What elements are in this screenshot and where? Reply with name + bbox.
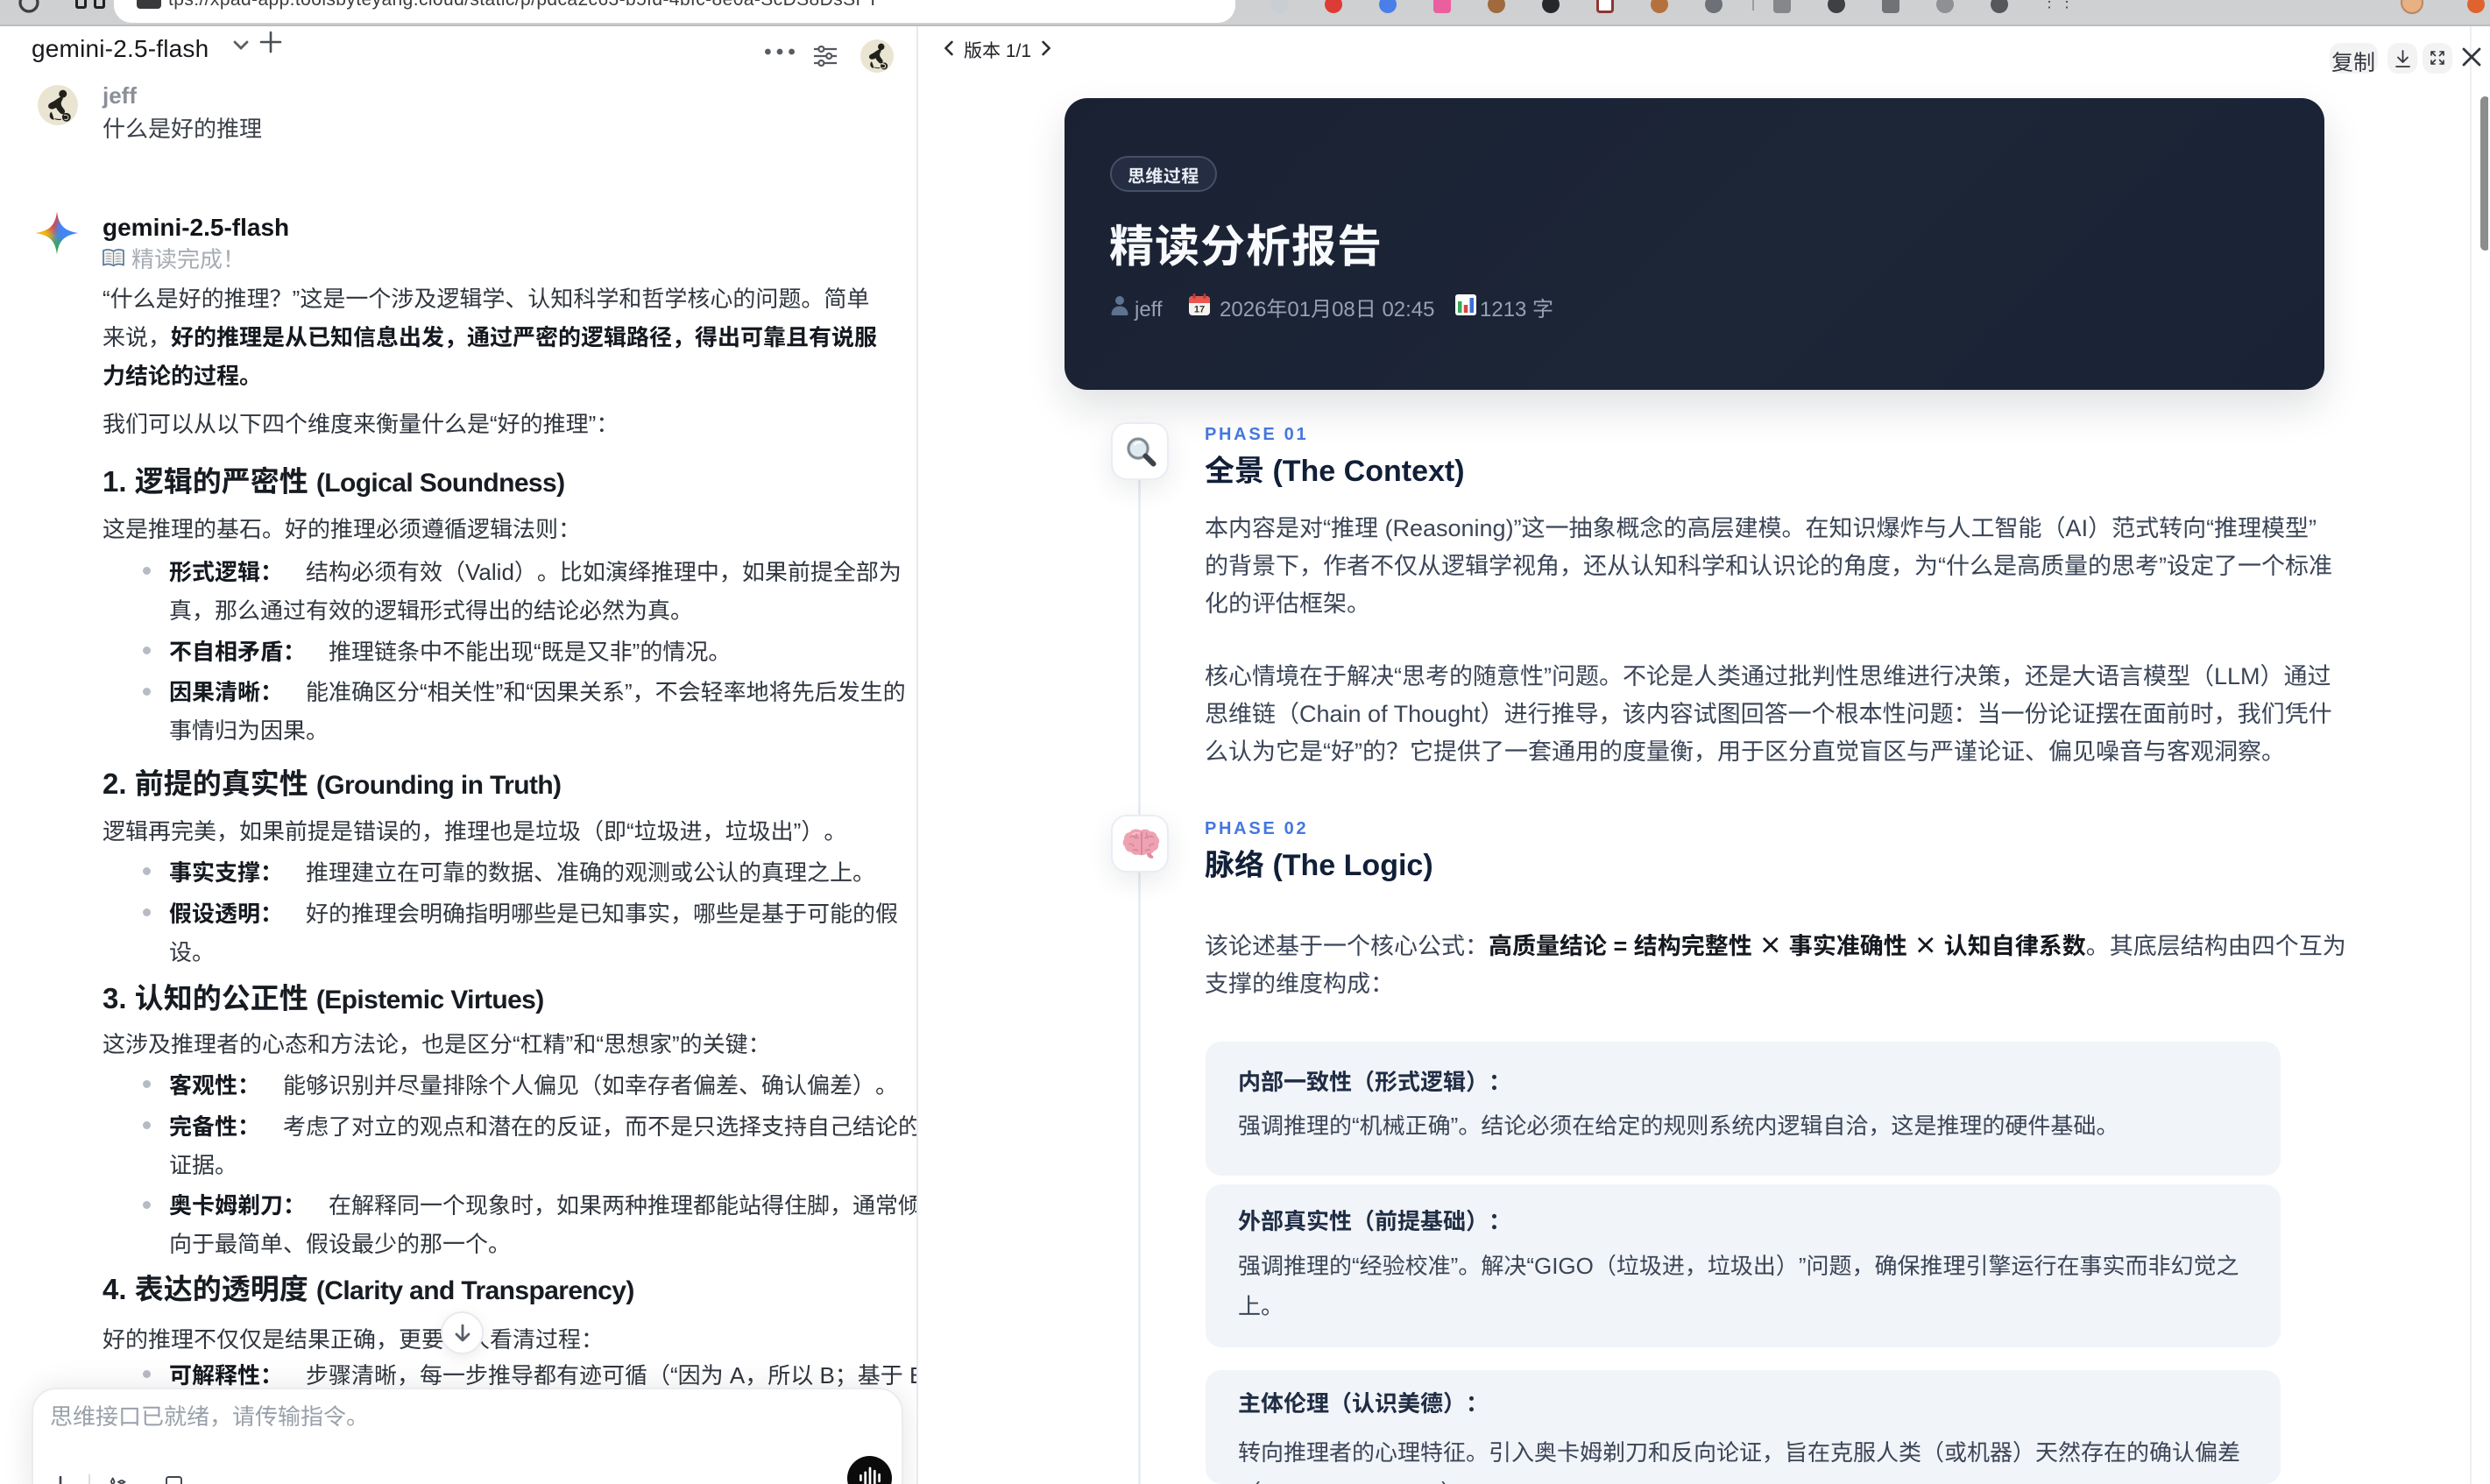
svg-text:17: 17: [1194, 305, 1205, 315]
